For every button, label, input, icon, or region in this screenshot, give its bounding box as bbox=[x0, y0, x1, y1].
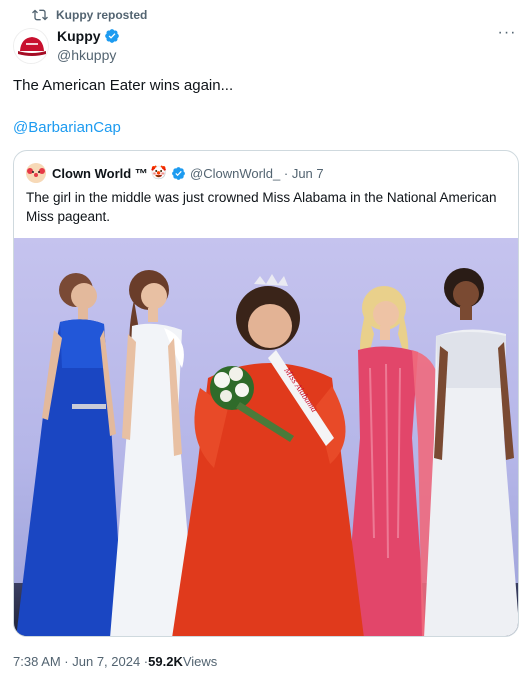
red-cap-avatar bbox=[14, 29, 48, 63]
avatar[interactable] bbox=[13, 28, 49, 64]
timestamp[interactable]: 7:38 AM · Jun 7, 2024 · bbox=[13, 654, 148, 669]
views-label: Views bbox=[182, 654, 218, 669]
clown-avatar[interactable] bbox=[26, 163, 46, 183]
author-block: Kuppy @hkuppy bbox=[57, 27, 120, 63]
repost-label: Kuppy reposted bbox=[56, 8, 148, 22]
verified-badge-icon[interactable] bbox=[104, 28, 120, 44]
quoted-tweet[interactable]: Clown World ™ 🤡 @ClownWorld_ · Jun 7 The… bbox=[13, 150, 519, 637]
author-handle[interactable]: @hkuppy bbox=[57, 47, 120, 63]
quoted-author-name[interactable]: Clown World ™ bbox=[52, 166, 148, 181]
views-count: 59.2K bbox=[148, 654, 183, 669]
more-icon[interactable]: ··· bbox=[495, 25, 519, 44]
repost-icon bbox=[32, 7, 48, 23]
quoted-header: Clown World ™ 🤡 @ClownWorld_ · Jun 7 bbox=[26, 163, 324, 183]
verified-badge-icon bbox=[171, 166, 186, 181]
quoted-text: The girl in the middle was just crowned … bbox=[26, 190, 497, 224]
author-name[interactable]: Kuppy bbox=[57, 28, 101, 44]
quoted-meta: @ClownWorld_ · Jun 7 bbox=[190, 165, 324, 181]
mention-link[interactable]: @BarbarianCap bbox=[13, 119, 121, 136]
tweet-footer: 7:38 AM · Jun 7, 2024 · 59.2K Views bbox=[13, 654, 217, 669]
repost-indicator[interactable]: Kuppy reposted bbox=[32, 7, 147, 23]
clown-emoji: 🤡 bbox=[150, 165, 167, 180]
tweet-text: The American Eater wins again... bbox=[13, 77, 234, 94]
quoted-photo[interactable]: Miss Alabama bbox=[14, 238, 518, 636]
